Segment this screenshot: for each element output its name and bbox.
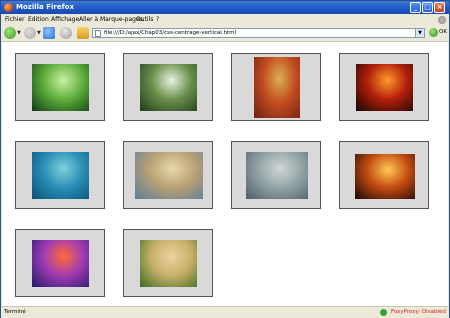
gallery-image[interactable] xyxy=(32,240,89,287)
gallery-item[interactable] xyxy=(15,141,105,209)
gallery-item[interactable] xyxy=(123,141,213,209)
menu-fichier[interactable]: Fichier xyxy=(5,16,25,23)
forward-dropdown-icon[interactable]: ▼ xyxy=(37,30,41,36)
menu-affichage[interactable]: Affichage xyxy=(51,16,79,23)
page-icon xyxy=(95,30,101,37)
address-bar[interactable]: file:///D:/ajax/Chap03/css-centrage-vert… xyxy=(92,28,425,38)
menu-aller[interactable]: Aller à xyxy=(79,16,98,23)
gallery-item[interactable] xyxy=(123,53,213,121)
status-bar: Terminé FoxyProxy: Disabled xyxy=(1,306,449,318)
gallery-image[interactable] xyxy=(355,154,415,199)
gallery-image[interactable] xyxy=(32,152,89,199)
gallery-image[interactable] xyxy=(254,57,300,118)
minimize-button[interactable]: _ xyxy=(410,2,421,13)
gallery-image[interactable] xyxy=(140,64,197,111)
menu-help[interactable]: ? xyxy=(156,16,159,23)
status-text: Terminé xyxy=(4,309,26,315)
back-arrow-icon[interactable] xyxy=(4,27,16,39)
browser-window: Mozilla Firefox _ □ × Fichier Edition Af… xyxy=(0,0,450,318)
gallery-image[interactable] xyxy=(356,64,413,111)
maximize-button[interactable]: □ xyxy=(422,2,433,13)
gallery-item[interactable] xyxy=(15,229,105,297)
title-bar[interactable]: Mozilla Firefox _ □ × xyxy=(1,1,449,14)
address-text[interactable]: file:///D:/ajax/Chap03/css-centrage-vert… xyxy=(104,30,236,37)
back-dropdown-icon[interactable]: ▼ xyxy=(17,30,21,36)
reload-icon[interactable] xyxy=(43,27,55,39)
gallery-image[interactable] xyxy=(140,240,197,287)
window-title: Mozilla Firefox xyxy=(16,3,74,11)
menu-outils[interactable]: Outils xyxy=(136,16,153,23)
close-button[interactable]: × xyxy=(434,2,445,13)
throbber-icon xyxy=(438,16,446,24)
gallery-item[interactable] xyxy=(231,53,321,121)
navigation-toolbar: ▼ ▼ file:///D:/ajax/Chap03/css-centrage-… xyxy=(1,25,449,42)
page-content xyxy=(2,42,448,306)
foxyproxy-status[interactable]: FoxyProxy: Disabled xyxy=(391,309,446,315)
gallery-image[interactable] xyxy=(246,152,308,199)
gallery-item[interactable] xyxy=(231,141,321,209)
gallery-item[interactable] xyxy=(123,229,213,297)
gallery-item[interactable] xyxy=(339,141,429,209)
menu-edition[interactable]: Edition xyxy=(28,16,49,23)
stop-icon[interactable] xyxy=(60,27,72,39)
gallery-image[interactable] xyxy=(32,64,89,111)
go-icon[interactable] xyxy=(429,28,438,37)
go-label[interactable]: OK xyxy=(439,29,447,35)
menu-bar: Fichier Edition Affichage Aller à Marque… xyxy=(1,14,449,25)
gallery-item[interactable] xyxy=(339,53,429,121)
gallery-item[interactable] xyxy=(15,53,105,121)
home-icon[interactable] xyxy=(77,27,89,39)
forward-arrow-icon[interactable] xyxy=(24,27,36,39)
address-dropdown-icon[interactable]: ▼ xyxy=(415,29,424,37)
firefox-icon xyxy=(4,3,13,12)
status-check-icon xyxy=(380,309,387,316)
gallery-image[interactable] xyxy=(135,152,203,199)
